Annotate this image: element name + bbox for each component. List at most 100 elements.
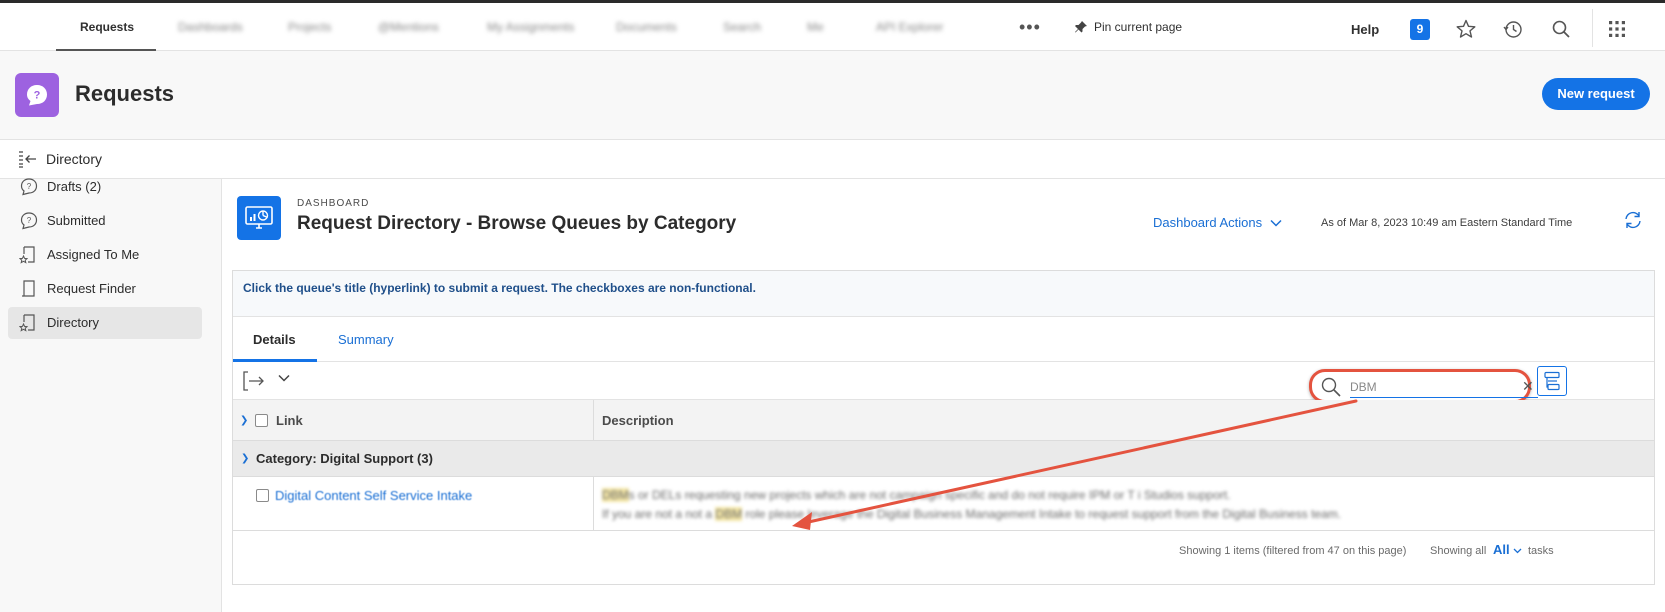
refresh-icon[interactable] — [1622, 209, 1644, 231]
grouping-settings-button[interactable] — [1537, 366, 1567, 396]
queue-link[interactable]: Digital Content Self Service Intake — [275, 488, 472, 503]
search-icon[interactable] — [1550, 18, 1572, 40]
description-text: s or DELs requesting new projects which … — [628, 488, 1231, 502]
svg-text:?: ? — [27, 182, 32, 191]
nav-tab-projects[interactable]: Projects — [288, 20, 331, 34]
row-checkbox[interactable] — [256, 489, 269, 502]
question-bubble-icon: ? — [27, 85, 47, 106]
top-navigation-bar: Requests Dashboards Projects @Mentions M… — [0, 0, 1665, 51]
report-panel: Click the queue's title (hyperlink) to s… — [232, 270, 1655, 585]
clear-search-icon[interactable]: ✕ — [1522, 378, 1534, 395]
document-icon — [22, 280, 35, 297]
new-request-button[interactable]: New request — [1542, 78, 1650, 110]
nav-tab-me[interactable]: Me — [807, 20, 824, 34]
collapse-all-chevron-icon[interactable]: ❯ — [240, 415, 248, 426]
nav-tab-search[interactable]: Search — [723, 20, 761, 34]
directory-bar-label: Directory — [46, 151, 103, 167]
chevron-down-icon[interactable] — [278, 374, 290, 382]
starred-document-icon — [19, 246, 35, 264]
dashboard-actions-dropdown[interactable]: Dashboard Actions — [1153, 215, 1282, 230]
collapse-sidebar-icon[interactable] — [18, 150, 38, 168]
pin-label: Pin current page — [1094, 20, 1183, 34]
report-tabs: Details Summary — [233, 317, 1654, 362]
sidebar-item-label: Submitted — [47, 213, 106, 228]
requests-app-icon: ? — [15, 73, 59, 117]
search-highlight: DBM — [602, 488, 629, 502]
more-tabs-button[interactable]: ••• — [1019, 17, 1041, 38]
export-icon[interactable] — [243, 370, 267, 392]
sidebar: ? Drafts (2) ? Submitted Assigned To Me … — [0, 178, 222, 612]
column-header-link[interactable]: Link — [276, 413, 303, 428]
pin-icon — [1075, 21, 1087, 33]
nav-tab-documents[interactable]: Documents — [616, 20, 677, 34]
directory-bar: Directory — [0, 140, 1665, 179]
dashboard-title: Request Directory - Browse Queues by Cat… — [297, 213, 737, 234]
as-of-timestamp: As of Mar 8, 2023 10:49 am Eastern Stand… — [1321, 217, 1573, 229]
report-toolbar: ✕ — [233, 362, 1654, 403]
table-row: Digital Content Self Service Intake DBMs… — [233, 477, 1654, 531]
instruction-text: Click the queue's title (hyperlink) to s… — [243, 281, 756, 295]
star-icon[interactable] — [1455, 18, 1477, 40]
showing-all-label: Showing all — [1430, 545, 1487, 557]
sidebar-item-label: Request Finder — [47, 281, 136, 296]
page-size-value: All — [1493, 542, 1510, 557]
group-label: Category: Digital Support (3) — [256, 451, 433, 466]
column-divider — [593, 477, 594, 531]
group-collapse-chevron-icon[interactable]: ❯ — [241, 453, 249, 464]
tab-details[interactable]: Details — [253, 332, 296, 347]
tasks-label: tasks — [1528, 545, 1554, 557]
starred-document-icon — [19, 314, 35, 332]
chevron-down-icon — [1513, 548, 1522, 554]
description-line-1: DBMs or DELs requesting new projects whi… — [602, 488, 1231, 502]
nav-tab-mentions[interactable]: @Mentions — [378, 20, 439, 34]
table-footer: Showing 1 items (filtered from 47 on thi… — [233, 531, 1654, 571]
app-switcher-icon[interactable] — [1606, 18, 1628, 40]
search-highlight: DBM — [715, 507, 743, 521]
chevron-down-icon — [1270, 219, 1282, 227]
description-text: If you are not a not a — [602, 507, 716, 521]
filter-search-input[interactable] — [1350, 376, 1538, 398]
description-text: role please leverage the Digital Busines… — [742, 507, 1342, 521]
tab-summary[interactable]: Summary — [338, 332, 394, 347]
search-icon — [1321, 377, 1341, 397]
description-line-2: If you are not a not a DBM role please l… — [602, 507, 1341, 521]
dashboard-main: DASHBOARD Request Directory - Browse Que… — [222, 179, 1665, 612]
sidebar-item-request-finder[interactable]: Request Finder — [8, 273, 202, 305]
page-size-dropdown[interactable]: All — [1493, 542, 1522, 557]
nav-tab-requests[interactable]: Requests — [80, 20, 134, 34]
sidebar-item-assigned-to-me[interactable]: Assigned To Me — [8, 239, 202, 271]
column-header-description[interactable]: Description — [602, 413, 674, 428]
question-bubble-outline-icon: ? — [20, 212, 38, 230]
table-header: ❯ Link Description — [233, 400, 1654, 441]
dashboard-actions-label: Dashboard Actions — [1153, 215, 1263, 230]
search-field-highlight: ✕ — [1309, 369, 1538, 403]
dashboard-icon — [237, 196, 281, 240]
pin-current-page-button[interactable]: Pin current page — [1074, 20, 1182, 34]
notifications-badge[interactable]: 9 — [1410, 19, 1430, 40]
row-count-text: Showing 1 items (filtered from 47 on thi… — [1179, 545, 1407, 557]
monitor-chart-icon — [245, 206, 273, 229]
page-header: ? Requests New request — [0, 51, 1665, 140]
sidebar-item-label: Assigned To Me — [47, 247, 140, 262]
nav-tab-my-assignments[interactable]: My Assignments — [487, 20, 574, 34]
sidebar-item-label: Directory — [47, 315, 100, 330]
nav-tab-dashboards[interactable]: Dashboards — [178, 20, 243, 34]
column-divider — [593, 400, 594, 441]
sidebar-item-drafts[interactable]: ? Drafts (2) — [8, 171, 202, 203]
recent-history-icon[interactable] — [1502, 18, 1524, 40]
sidebar-item-submitted[interactable]: ? Submitted — [8, 205, 202, 237]
sidebar-item-label: Drafts (2) — [47, 179, 102, 194]
toolbar-divider — [1592, 9, 1593, 47]
select-all-checkbox[interactable] — [255, 414, 268, 427]
instruction-banner: Click the queue's title (hyperlink) to s… — [233, 271, 1654, 317]
group-row[interactable]: ❯ Category: Digital Support (3) — [233, 441, 1654, 477]
grouping-icon — [1544, 371, 1560, 391]
svg-text:?: ? — [34, 90, 41, 102]
nav-tab-api-explorer[interactable]: API Explorer — [876, 20, 943, 34]
svg-text:?: ? — [27, 216, 32, 225]
dashboard-kicker: DASHBOARD — [297, 198, 370, 209]
help-link[interactable]: Help — [1351, 22, 1379, 37]
page-title: Requests — [75, 81, 175, 106]
sidebar-item-directory[interactable]: Directory — [8, 307, 202, 339]
question-bubble-outline-icon: ? — [20, 178, 38, 196]
